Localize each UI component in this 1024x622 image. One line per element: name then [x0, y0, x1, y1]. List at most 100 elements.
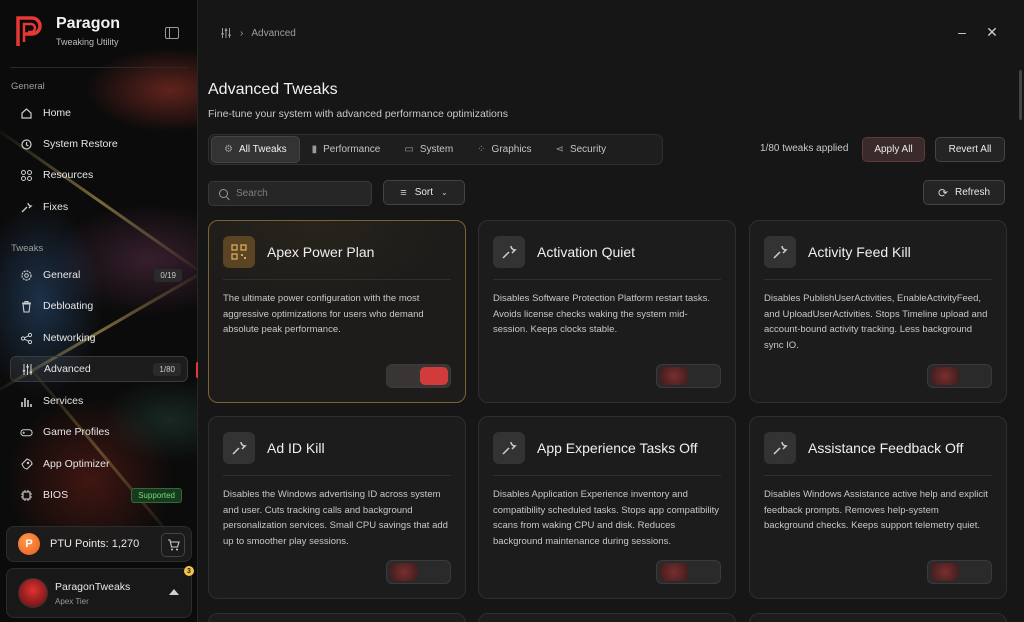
tweak-card[interactable]: Activation Quiet Disables Software Prote… — [478, 220, 736, 403]
tweak-toggle[interactable] — [927, 560, 992, 584]
search-input[interactable]: Search — [208, 181, 372, 206]
filter-icon: ≡ — [400, 186, 407, 199]
brand-name: Paragon — [56, 15, 121, 32]
tweak-card-partial — [208, 613, 466, 622]
tweak-description: Disables Windows Assistance active help … — [764, 489, 988, 531]
bar-chart-icon: ▮ — [311, 144, 318, 155]
avatar — [18, 578, 48, 608]
tweak-description: The ultimate power configuration with th… — [223, 293, 424, 335]
notification-badge: 3 — [184, 566, 194, 576]
sidebar-item-services[interactable]: Services — [10, 388, 188, 414]
sidebar-item-label: BIOS — [43, 489, 69, 501]
tab-label: All Tweaks — [238, 144, 287, 155]
sidebar-item-system-restore[interactable]: System Restore — [10, 131, 188, 157]
cart-icon — [167, 539, 180, 551]
page-title: Advanced Tweaks — [208, 81, 338, 98]
sidebar-item-label: Game Profiles — [43, 426, 110, 438]
tweak-card[interactable]: App Experience Tasks Off Disables Applic… — [478, 416, 736, 599]
breadcrumb: › Advanced — [220, 27, 296, 39]
chart-icon — [20, 395, 33, 408]
chip-icon — [20, 489, 33, 502]
sliders-icon — [221, 28, 231, 38]
wrench-icon — [493, 236, 525, 268]
tab-graphics[interactable]: ⁘ Graphics — [465, 136, 543, 163]
sidebar-item-label: Networking — [43, 332, 96, 344]
supported-badge: Supported — [131, 487, 182, 503]
tab-security[interactable]: ⋖ Security — [544, 136, 619, 163]
user-profile[interactable]: 3 ParagonTweaks Apex Tier — [6, 566, 194, 618]
gamepad-icon — [20, 426, 33, 439]
sidebar-item-networking[interactable]: Networking — [10, 325, 188, 351]
brand-subtitle: Tweaking Utility — [56, 37, 119, 47]
revert-all-button[interactable]: Revert All — [935, 137, 1005, 162]
paragon-logo-icon — [14, 14, 44, 48]
tweak-description: Disables PublishUserActivities, EnableAc… — [764, 293, 988, 351]
cart-button[interactable] — [161, 533, 185, 557]
refresh-button[interactable]: ⟳ Refresh — [923, 180, 1005, 205]
sort-button[interactable]: ≡ Sort ⌄ — [383, 180, 465, 205]
filter-tabs: ⚙ All Tweaks ▮ Performance ▭ System ⁘ Gr… — [208, 134, 663, 165]
tweak-name: Ad ID Kill — [267, 440, 325, 456]
breadcrumb-current: Advanced — [251, 27, 296, 39]
tweak-toggle[interactable] — [656, 560, 721, 584]
sidebar-item-app-optimizer[interactable]: App Optimizer — [10, 451, 188, 477]
tweak-name: Assistance Feedback Off — [808, 440, 964, 456]
sidebar-item-resources[interactable]: Resources — [10, 162, 188, 188]
sidebar-item-label: App Optimizer — [43, 458, 110, 470]
sidebar-item-fixes[interactable]: Fixes — [10, 194, 188, 220]
tab-label: Graphics — [491, 144, 532, 155]
username: ParagonTweaks — [55, 581, 131, 593]
chevron-up-icon[interactable] — [169, 589, 179, 595]
count-badge: 0/19 — [154, 268, 182, 282]
sidebar-item-label: Debloating — [43, 300, 94, 312]
tweak-card[interactable]: Apex Power Plan The ultimate power confi… — [208, 220, 466, 403]
scrollbar[interactable] — [1019, 70, 1022, 120]
minimize-button[interactable]: – — [955, 25, 969, 39]
grid-icon: ⁘ — [477, 144, 486, 155]
trash-icon — [20, 300, 33, 313]
tweak-description: Disables the Windows advertising ID acro… — [223, 489, 448, 547]
tweak-card[interactable]: Activity Feed Kill Disables PublishUserA… — [749, 220, 1007, 403]
tab-all-tweaks[interactable]: ⚙ All Tweaks — [211, 136, 300, 163]
tweak-toggle[interactable] — [386, 364, 451, 388]
sidebar-item-label: General — [43, 269, 81, 281]
tweak-toggle[interactable] — [386, 560, 451, 584]
sidebar-item-general[interactable]: General 0/19 — [10, 262, 188, 288]
restore-icon — [20, 138, 33, 151]
tweak-card-partial — [749, 613, 1007, 622]
tweak-description: Disables Software Protection Platform re… — [493, 293, 710, 335]
sidebar-item-game-profiles[interactable]: Game Profiles — [10, 419, 188, 445]
tweak-toggle[interactable] — [656, 364, 721, 388]
sidebar-item-advanced[interactable]: Advanced 1/80 — [10, 356, 188, 382]
sidebar-item-label: Home — [43, 107, 72, 119]
tab-system[interactable]: ▭ System — [392, 136, 465, 163]
chevron-right-icon: › — [240, 27, 244, 39]
sliders-icon — [21, 363, 34, 376]
share-icon: ⋖ — [555, 144, 564, 155]
wrench-icon — [20, 201, 33, 214]
apply-all-button[interactable]: Apply All — [862, 137, 925, 162]
brand[interactable]: Paragon Tweaking Utility — [14, 14, 120, 48]
resources-icon — [20, 169, 33, 182]
tab-label: Performance — [323, 144, 381, 155]
applied-count: 1/80 tweaks applied — [760, 143, 849, 154]
sidebar-item-debloating[interactable]: Debloating — [10, 293, 188, 319]
tab-performance[interactable]: ▮ Performance — [300, 136, 393, 163]
coin-icon: P — [18, 533, 40, 555]
sidebar-item-label: Resources — [43, 169, 94, 181]
rocket-icon — [20, 457, 33, 471]
wrench-icon — [764, 432, 796, 464]
chevron-down-icon: ⌄ — [441, 188, 448, 197]
points-panel: P PTU Points: 1,270 — [6, 526, 192, 562]
sidebar-item-bios[interactable]: BIOS Supported — [10, 482, 188, 508]
tweak-card-partial — [478, 613, 736, 622]
tweak-card[interactable]: Assistance Feedback Off Disables Windows… — [749, 416, 1007, 599]
tweak-card[interactable]: Ad ID Kill Disables the Windows advertis… — [208, 416, 466, 599]
sidebar-item-home[interactable]: Home — [10, 100, 188, 126]
qr-icon — [223, 236, 255, 268]
tweak-toggle[interactable] — [927, 364, 992, 388]
section-label-general: General — [11, 81, 45, 92]
sidebar-toggle-icon[interactable] — [165, 27, 179, 39]
wrench-icon — [764, 236, 796, 268]
close-button[interactable]: ✕ — [985, 25, 999, 39]
